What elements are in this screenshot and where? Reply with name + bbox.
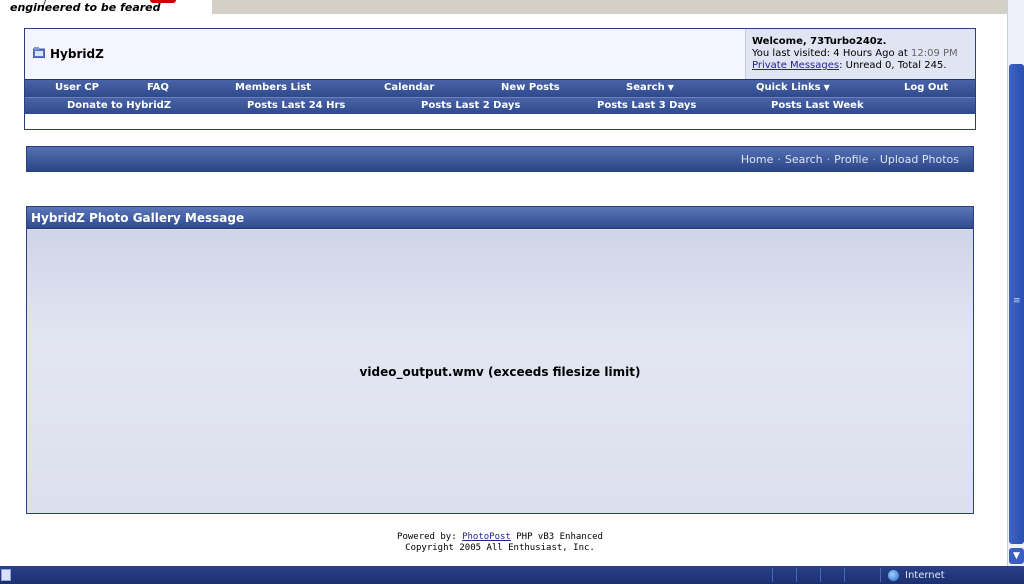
site-name[interactable]: HybridZ (50, 47, 104, 61)
nav-donate[interactable]: Donate to HybridZ (67, 100, 171, 111)
status-divider (844, 568, 845, 582)
nav-posts-3days[interactable]: Posts Last 3 Days (597, 100, 696, 111)
status-divider (796, 568, 797, 582)
gallery-message: video_output.wmv (exceeds filesize limit… (359, 365, 641, 379)
subnav-separator: · (872, 153, 876, 166)
status-divider (772, 568, 773, 582)
nav-search-label: Search (626, 82, 665, 93)
subnav-search[interactable]: Search (785, 153, 823, 166)
last-visited-time: 12:09 PM (911, 48, 958, 59)
subnav-separator: · (777, 153, 781, 166)
nav-search[interactable]: Search ▼ (626, 82, 674, 93)
nav-quick-links[interactable]: Quick Links ▼ (756, 82, 830, 93)
subnav-profile[interactable]: Profile (834, 153, 868, 166)
nav-user-cp[interactable]: User CP (55, 82, 99, 93)
forum-navbar: HybridZ Welcome, 73Turbo240z. You last v… (24, 28, 976, 130)
photopost-link[interactable]: PhotoPost (462, 532, 511, 542)
panel-header: HybridZ Photo Gallery Message (27, 207, 973, 229)
nav-new-posts[interactable]: New Posts (501, 82, 560, 93)
welcome-title: Welcome, 73Turbo240z. (752, 36, 887, 47)
private-messages-link[interactable]: Private Messages (752, 60, 839, 71)
subnav-separator: · (826, 153, 831, 166)
status-divider (880, 568, 881, 582)
nav-posts-24hrs[interactable]: Posts Last 24 Hrs (247, 100, 345, 111)
powered-by-prefix: Powered by: (397, 532, 463, 542)
nav-log-out[interactable]: Log Out (904, 82, 948, 93)
globe-icon (888, 570, 899, 581)
powered-by-suffix: PHP vB3 Enhanced (510, 532, 603, 542)
welcome-box: Welcome, 73Turbo240z. You last visited: … (745, 29, 975, 79)
nav-calendar[interactable]: Calendar (384, 82, 434, 93)
status-divider (820, 568, 821, 582)
pm-status: : Unread 0, Total 245. (839, 60, 947, 71)
chevron-down-icon[interactable]: ▼ (1009, 548, 1024, 564)
caret-down-icon: ▼ (667, 83, 674, 92)
vertical-scrollbar[interactable]: ≡ ▼ (1007, 0, 1024, 566)
nav-faq[interactable]: FAQ (147, 82, 169, 93)
logo-tagline: engineered to be feared (10, 1, 161, 14)
page-footer: Powered by: PhotoPost PHP vB3 Enhanced C… (0, 532, 1000, 554)
page-content: HybridZ Welcome, 73Turbo240z. You last v… (0, 14, 1007, 566)
gallery-subnav: Home · Search · Profile · Upload Photos (26, 146, 974, 172)
grip-icon: ≡ (1013, 296, 1021, 306)
subnav-links: Home · Search · Profile · Upload Photos (741, 153, 959, 166)
nav-row-primary: User CP FAQ Members List Calendar New Po… (25, 79, 975, 97)
subnav-home[interactable]: Home (741, 153, 773, 166)
last-visited-prefix: You last visited: 4 Hours Ago at (752, 48, 912, 59)
nav-quick-links-label: Quick Links (756, 82, 821, 93)
nav-posts-week[interactable]: Posts Last Week (771, 100, 864, 111)
scrollbar-thumb[interactable]: ≡ (1009, 64, 1024, 544)
top-banner-strip: engineered to be feared (0, 0, 1007, 14)
site-logo[interactable]: engineered to be feared (0, 0, 212, 14)
folder-icon (33, 47, 45, 58)
copyright: Copyright 2005 All Enthusiast, Inc. (405, 543, 595, 553)
nav-row-secondary: Donate to HybridZ Posts Last 24 Hrs Post… (25, 97, 975, 114)
browser-status-bar: Internet (0, 566, 1024, 584)
nav-members-list[interactable]: Members List (235, 82, 311, 93)
gallery-message-panel: HybridZ Photo Gallery Message video_outp… (26, 206, 974, 514)
pm-line: Private Messages: Unread 0, Total 245. (752, 60, 975, 72)
powered-by-line: Powered by: PhotoPost PHP vB3 Enhanced (0, 532, 1000, 543)
nav-posts-2days[interactable]: Posts Last 2 Days (421, 100, 520, 111)
panel-body: video_output.wmv (exceeds filesize limit… (27, 230, 973, 513)
page-icon (1, 569, 11, 581)
caret-down-icon: ▼ (823, 83, 830, 92)
navbar-header: HybridZ Welcome, 73Turbo240z. You last v… (25, 29, 975, 79)
subnav-upload-photos[interactable]: Upload Photos (880, 153, 959, 166)
last-visited: You last visited: 4 Hours Ago at 12:09 P… (752, 48, 975, 60)
panel-title: HybridZ Photo Gallery Message (31, 211, 245, 225)
security-zone-label: Internet (905, 570, 945, 581)
